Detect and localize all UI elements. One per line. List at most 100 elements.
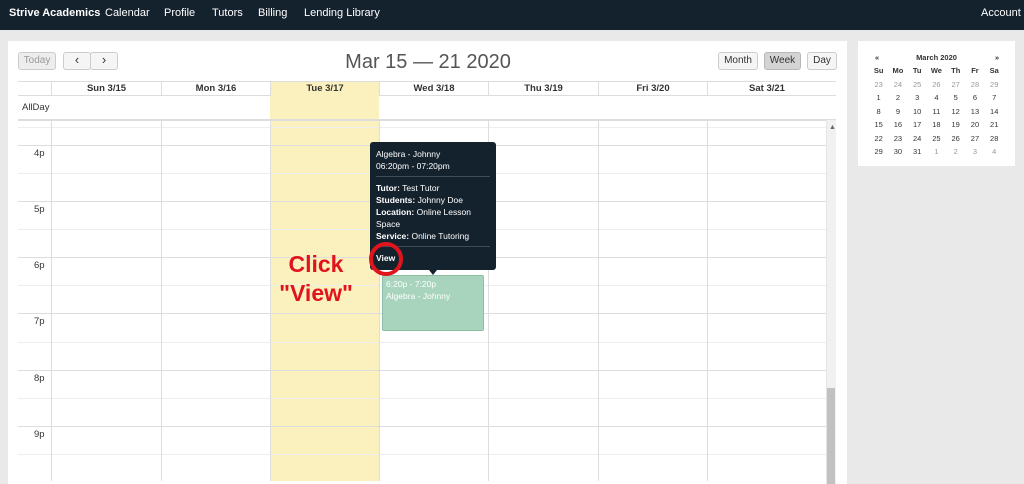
- mini-day-cell[interactable]: 13: [965, 105, 984, 119]
- mini-day-cell[interactable]: 3: [908, 91, 927, 105]
- mini-day-cell[interactable]: 14: [985, 105, 1004, 119]
- mini-day-cell[interactable]: 29: [985, 78, 1004, 92]
- mini-day-cell[interactable]: 3: [965, 145, 984, 159]
- nav-calendar[interactable]: Calendar: [105, 7, 150, 19]
- allday-label: AllDay: [22, 102, 50, 113]
- mini-day-cell[interactable]: 23: [888, 132, 907, 146]
- time-label: 5p: [34, 204, 45, 215]
- time-label: 6p: [34, 260, 45, 271]
- time-label: 9p: [34, 429, 45, 440]
- day-header-row: Sun 3/15 Mon 3/16 Tue 3/17 Wed 3/18 Thu …: [18, 81, 836, 96]
- tooltip-tutor: Tutor: Test Tutor: [376, 183, 440, 193]
- mini-day-cell[interactable]: 18: [927, 118, 946, 132]
- day-header: Fri 3/20: [598, 82, 707, 96]
- mini-day-cell[interactable]: 28: [985, 132, 1004, 146]
- mini-day-cell[interactable]: 24: [908, 132, 927, 146]
- day-header: Sun 3/15: [51, 82, 161, 96]
- mini-day-cell[interactable]: 20: [965, 118, 984, 132]
- nav-account[interactable]: Account: [981, 7, 1021, 19]
- week-view-button[interactable]: Week: [764, 52, 801, 70]
- mini-day-cell[interactable]: 16: [888, 118, 907, 132]
- next-week-button[interactable]: ›: [90, 52, 118, 70]
- mini-weekday-label: Th: [951, 66, 961, 75]
- mini-day-cell[interactable]: 6: [965, 91, 984, 105]
- mini-day-cell[interactable]: 10: [908, 105, 927, 119]
- mini-week-row: 22 23 24 25 26 27 28: [869, 132, 1004, 146]
- top-navbar: Strive Academics Calendar Profile Tutors…: [0, 0, 1024, 30]
- tooltip-title: Algebra - Johnny: [376, 149, 441, 159]
- mini-week-row: 8 9 10 11 12 13 14: [869, 105, 1004, 119]
- time-label: 4p: [34, 148, 45, 159]
- mini-day-cell[interactable]: 2: [946, 145, 965, 159]
- calendar-event[interactable]: 6:20p - 7:20p Algebra - Johnny: [382, 275, 484, 331]
- highlight-circle: [369, 242, 403, 276]
- mini-next-month-button[interactable]: »: [995, 53, 999, 62]
- mini-weekday-label: Su: [873, 66, 884, 75]
- scrollbar-thumb[interactable]: [827, 388, 835, 484]
- mini-day-cell[interactable]: 30: [888, 145, 907, 159]
- nav-profile[interactable]: Profile: [164, 7, 195, 19]
- mini-week-row: 1234567: [869, 91, 1004, 105]
- tooltip-service: Service: Online Tutoring: [376, 231, 470, 241]
- mini-day-cell[interactable]: 5: [946, 91, 965, 105]
- mini-day-cell[interactable]: 29: [869, 145, 888, 159]
- mini-day-cell[interactable]: 9: [888, 105, 907, 119]
- day-view-button[interactable]: Day: [807, 52, 837, 70]
- mini-day-cell[interactable]: 8: [869, 105, 888, 119]
- mini-day-cell[interactable]: 11: [927, 105, 946, 119]
- event-title: Algebra - Johnny: [386, 291, 451, 301]
- event-time: 6:20p - 7:20p: [386, 279, 437, 289]
- mini-day-cell[interactable]: 1: [927, 145, 946, 159]
- mini-week-row: 29 30 31 1 2 3 4: [869, 145, 1004, 159]
- today-allday-cell: [270, 96, 379, 119]
- nav-lending-library[interactable]: Lending Library: [304, 7, 380, 19]
- scroll-up-arrow[interactable]: ▲: [829, 124, 836, 131]
- mini-day-cell[interactable]: 28: [965, 78, 984, 92]
- mini-day-cell[interactable]: 4: [927, 91, 946, 105]
- mini-day-cell[interactable]: 27: [965, 132, 984, 146]
- mini-calendar: « March 2020 » Su Mo Tu We Th Fr Sa 23 24 25 26 27…: [869, 53, 1004, 159]
- mini-weekday-label: Fr: [971, 66, 979, 75]
- mini-calendar-month: March 2020: [916, 53, 957, 62]
- tooltip-arrow: [429, 270, 437, 275]
- mini-day-cell[interactable]: 27: [946, 78, 965, 92]
- mini-weekday-label: Sa: [989, 66, 999, 75]
- mini-week-row: 23 24 25 26 27 28 29: [869, 78, 1004, 92]
- month-view-button[interactable]: Month: [718, 52, 758, 70]
- mini-week-row: 15 16 17 18 19 20 21: [869, 118, 1004, 132]
- mini-day-cell[interactable]: 25: [927, 132, 946, 146]
- side-panel: « March 2020 » Su Mo Tu We Th Fr Sa 23 24 25 26 27…: [858, 41, 1015, 166]
- mini-day-cell[interactable]: 25: [908, 78, 927, 92]
- mini-calendar-header: « March 2020 »: [869, 53, 1004, 64]
- day-header: Thu 3/19: [488, 82, 598, 96]
- allday-row: AllDay: [18, 96, 836, 120]
- mini-day-cell[interactable]: 21: [985, 118, 1004, 132]
- mini-day-cell[interactable]: 15: [869, 118, 888, 132]
- mini-day-cell[interactable]: 19: [946, 118, 965, 132]
- mini-weekday-row: Su Mo Tu We Th Fr Sa: [869, 64, 1004, 78]
- mini-day-cell[interactable]: 12: [946, 105, 965, 119]
- day-header: Sat 3/21: [707, 82, 826, 96]
- mini-day-cell[interactable]: 2: [888, 91, 907, 105]
- tooltip-divider: [376, 176, 490, 177]
- day-header: Wed 3/18: [379, 82, 488, 96]
- today-button[interactable]: Today: [18, 52, 56, 70]
- mini-day-cell[interactable]: 17: [908, 118, 927, 132]
- brand-logo[interactable]: Strive Academics: [9, 7, 100, 19]
- nav-billing[interactable]: Billing: [258, 7, 287, 19]
- mini-day-cell[interactable]: 7: [985, 91, 1004, 105]
- mini-day-cell[interactable]: 24: [888, 78, 907, 92]
- mini-weekday-label: We: [930, 66, 942, 75]
- mini-day-cell[interactable]: 26: [927, 78, 946, 92]
- day-header-today: Tue 3/17: [270, 82, 379, 96]
- mini-day-cell[interactable]: 26: [946, 132, 965, 146]
- prev-week-button[interactable]: ‹: [63, 52, 91, 70]
- mini-day-cell[interactable]: 1: [869, 91, 888, 105]
- mini-day-cell[interactable]: 4: [985, 145, 1004, 159]
- mini-day-cell[interactable]: 31: [908, 145, 927, 159]
- nav-tutors[interactable]: Tutors: [212, 7, 243, 19]
- mini-day-cell[interactable]: 23: [869, 78, 888, 92]
- calendar-title: Mar 15 — 21 2020: [345, 51, 511, 73]
- mini-day-cell[interactable]: 22: [869, 132, 888, 146]
- mini-weekday-label: Tu: [912, 66, 922, 75]
